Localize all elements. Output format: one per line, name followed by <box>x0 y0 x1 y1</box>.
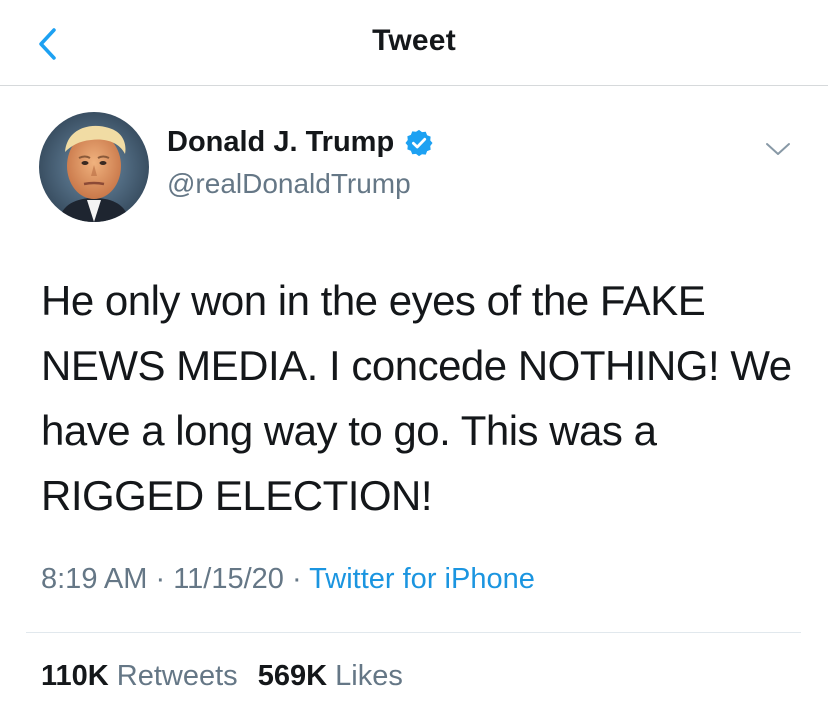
avatar[interactable] <box>39 112 149 222</box>
divider <box>26 632 801 633</box>
tweet-text: He only won in the eyes of the FAKE NEWS… <box>41 277 792 519</box>
likes-count: 569K <box>257 660 328 692</box>
tweet-stats: 110K Retweets 569K Likes <box>41 660 415 693</box>
likes-label: Likes <box>335 660 403 692</box>
author-name-text: Donald J. Trump <box>167 126 395 158</box>
tweet-metadata: 8:19 AM · 11/15/20 · Twitter for iPhone <box>41 563 535 596</box>
verified-badge-icon <box>404 128 434 158</box>
retweets-stat[interactable]: 110K Retweets <box>41 660 238 692</box>
more-options-button[interactable] <box>764 138 792 160</box>
meta-separator: · <box>147 563 174 595</box>
author-name[interactable]: Donald J. Trump <box>167 126 434 159</box>
retweets-label: Retweets <box>116 660 238 692</box>
likes-stat[interactable]: 569K Likes <box>258 660 403 692</box>
tweet-time: 8:19 AM <box>41 563 148 595</box>
author-handle[interactable]: @realDonaldTrump <box>167 168 411 200</box>
tweet-source-link[interactable]: Twitter for iPhone <box>309 563 535 595</box>
page-title: Tweet <box>372 24 456 57</box>
header-bar: Tweet <box>0 0 828 86</box>
profile-photo <box>39 112 149 222</box>
meta-separator: · <box>283 563 310 595</box>
tweet-date: 11/15/20 <box>173 563 284 595</box>
retweets-count: 110K <box>41 660 109 692</box>
chevron-down-icon <box>766 143 790 155</box>
